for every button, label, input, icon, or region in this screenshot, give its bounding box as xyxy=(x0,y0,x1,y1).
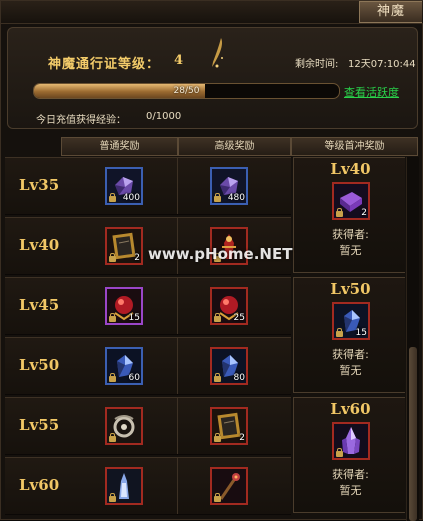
first-recharge-item-slot[interactable]: 15 xyxy=(332,302,370,340)
column-divider xyxy=(177,458,178,514)
column-header-first: 等级首冲奖励 xyxy=(291,137,418,156)
advanced-reward-item-slot[interactable]: 480 xyxy=(210,167,248,205)
winner-value: 暂无 xyxy=(339,484,362,497)
reward-list-scrollbar[interactable] xyxy=(406,157,419,521)
normal-reward-item-slot[interactable] xyxy=(105,407,143,445)
reward-list: Lv35 400 480 Lv40 2 Lv45 15 25 Lv50 60 80 Lv55 2 Lv60… xyxy=(5,157,405,521)
reward-row-level: Lv50 xyxy=(19,356,60,374)
advanced-reward-item-slot[interactable]: 80 xyxy=(210,347,248,385)
winner-label: 获得者: xyxy=(332,348,369,361)
column-divider xyxy=(177,158,178,214)
scrollbar-thumb[interactable] xyxy=(409,347,417,521)
remaining-time-value: 12天07:10:44 xyxy=(348,59,416,70)
item-count: 15 xyxy=(128,313,140,323)
level-progress-bar: 28/50 xyxy=(33,83,340,99)
advanced-reward-item-slot[interactable] xyxy=(210,467,248,505)
daily-exp-label: 今日充值获得经验： xyxy=(36,115,126,126)
lock-icon xyxy=(214,193,221,202)
first-recharge-level: Lv50 xyxy=(330,280,371,298)
tab-shenmo[interactable]: 神魔 xyxy=(359,1,422,23)
view-activity-link[interactable]: 查看活跃度 xyxy=(344,84,399,100)
lock-icon xyxy=(214,313,221,322)
reward-row-level: Lv60 xyxy=(19,476,60,494)
item-count: 2 xyxy=(134,253,140,263)
column-divider xyxy=(177,338,178,394)
item-count: 2 xyxy=(239,433,245,443)
lock-icon xyxy=(109,493,116,502)
lock-icon xyxy=(336,208,343,217)
lock-icon xyxy=(336,328,343,337)
lock-icon xyxy=(109,313,116,322)
item-count: 2 xyxy=(361,208,367,218)
column-header-normal: 普通奖励 xyxy=(61,137,178,156)
lock-icon xyxy=(214,373,221,382)
pass-header-panel: 神魔通行证等级： 4 剩余时间: 12天07:10:44 28/50 查看活跃度… xyxy=(7,27,418,129)
pass-level-title: 神魔通行证等级： xyxy=(48,57,161,72)
lock-icon xyxy=(109,253,116,262)
normal-reward-item-slot[interactable]: 2 xyxy=(105,227,143,265)
winner-value: 暂无 xyxy=(339,364,362,377)
item-count: 25 xyxy=(233,313,245,323)
normal-reward-item-slot[interactable] xyxy=(105,467,143,505)
first-recharge-item-slot[interactable]: 2 xyxy=(332,182,370,220)
item-count: 15 xyxy=(355,328,367,338)
advanced-reward-item-slot[interactable]: 25 xyxy=(210,287,248,325)
winner-label: 获得者: xyxy=(332,468,369,481)
pass-level-value: 4 xyxy=(174,53,184,68)
reward-row: Lv45 15 25 xyxy=(5,277,291,335)
lock-icon xyxy=(109,193,116,202)
lock-icon xyxy=(336,448,343,457)
advanced-reward-item-slot[interactable]: 2 xyxy=(210,407,248,445)
pass-window: 神魔 神魔通行证等级： 4 剩余时间: 12天07:10:44 28/50 查看… xyxy=(0,0,423,521)
item-count: 60 xyxy=(128,373,140,383)
normal-reward-item-slot[interactable]: 15 xyxy=(105,287,143,325)
reward-row: Lv50 60 80 xyxy=(5,337,291,395)
reward-row-level: Lv35 xyxy=(19,176,60,194)
item-count: 80 xyxy=(233,373,245,383)
winner-label: 获得者: xyxy=(332,228,369,241)
feather-icon xyxy=(212,38,223,68)
first-recharge-reward-panel: Lv40 2 获得者: 暂无 xyxy=(293,157,405,273)
item-count: 480 xyxy=(227,193,245,203)
lock-icon xyxy=(109,433,116,442)
lock-icon xyxy=(214,433,221,442)
daily-exp-value: 0/1000 xyxy=(146,111,182,122)
column-header-advanced: 高级奖励 xyxy=(178,137,291,156)
level-progress-text: 28/50 xyxy=(173,86,200,96)
first-recharge-item-slot[interactable] xyxy=(332,422,370,460)
remaining-time-label: 剩余时间: xyxy=(295,59,339,70)
first-recharge-level: Lv40 xyxy=(330,160,371,178)
column-divider xyxy=(177,398,178,454)
first-recharge-reward-panel: Lv60 获得者: 暂无 xyxy=(293,397,405,513)
reward-row: Lv35 400 480 xyxy=(5,157,291,215)
winner-value: 暂无 xyxy=(339,244,362,257)
normal-reward-item-slot[interactable]: 60 xyxy=(105,347,143,385)
lock-icon xyxy=(109,373,116,382)
first-recharge-reward-panel: Lv50 15 获得者: 暂无 xyxy=(293,277,405,393)
reward-row: Lv55 2 xyxy=(5,397,291,455)
reward-row-level: Lv40 xyxy=(19,236,60,254)
item-count: 400 xyxy=(122,193,140,203)
first-recharge-level: Lv60 xyxy=(330,400,371,418)
lock-icon xyxy=(214,493,221,502)
reward-row-level: Lv55 xyxy=(19,416,60,434)
reward-row-level: Lv45 xyxy=(19,296,60,314)
watermark-text: www.pHome.NET xyxy=(148,245,293,263)
normal-reward-item-slot[interactable]: 400 xyxy=(105,167,143,205)
column-divider xyxy=(177,278,178,334)
reward-row: Lv60 xyxy=(5,457,291,515)
